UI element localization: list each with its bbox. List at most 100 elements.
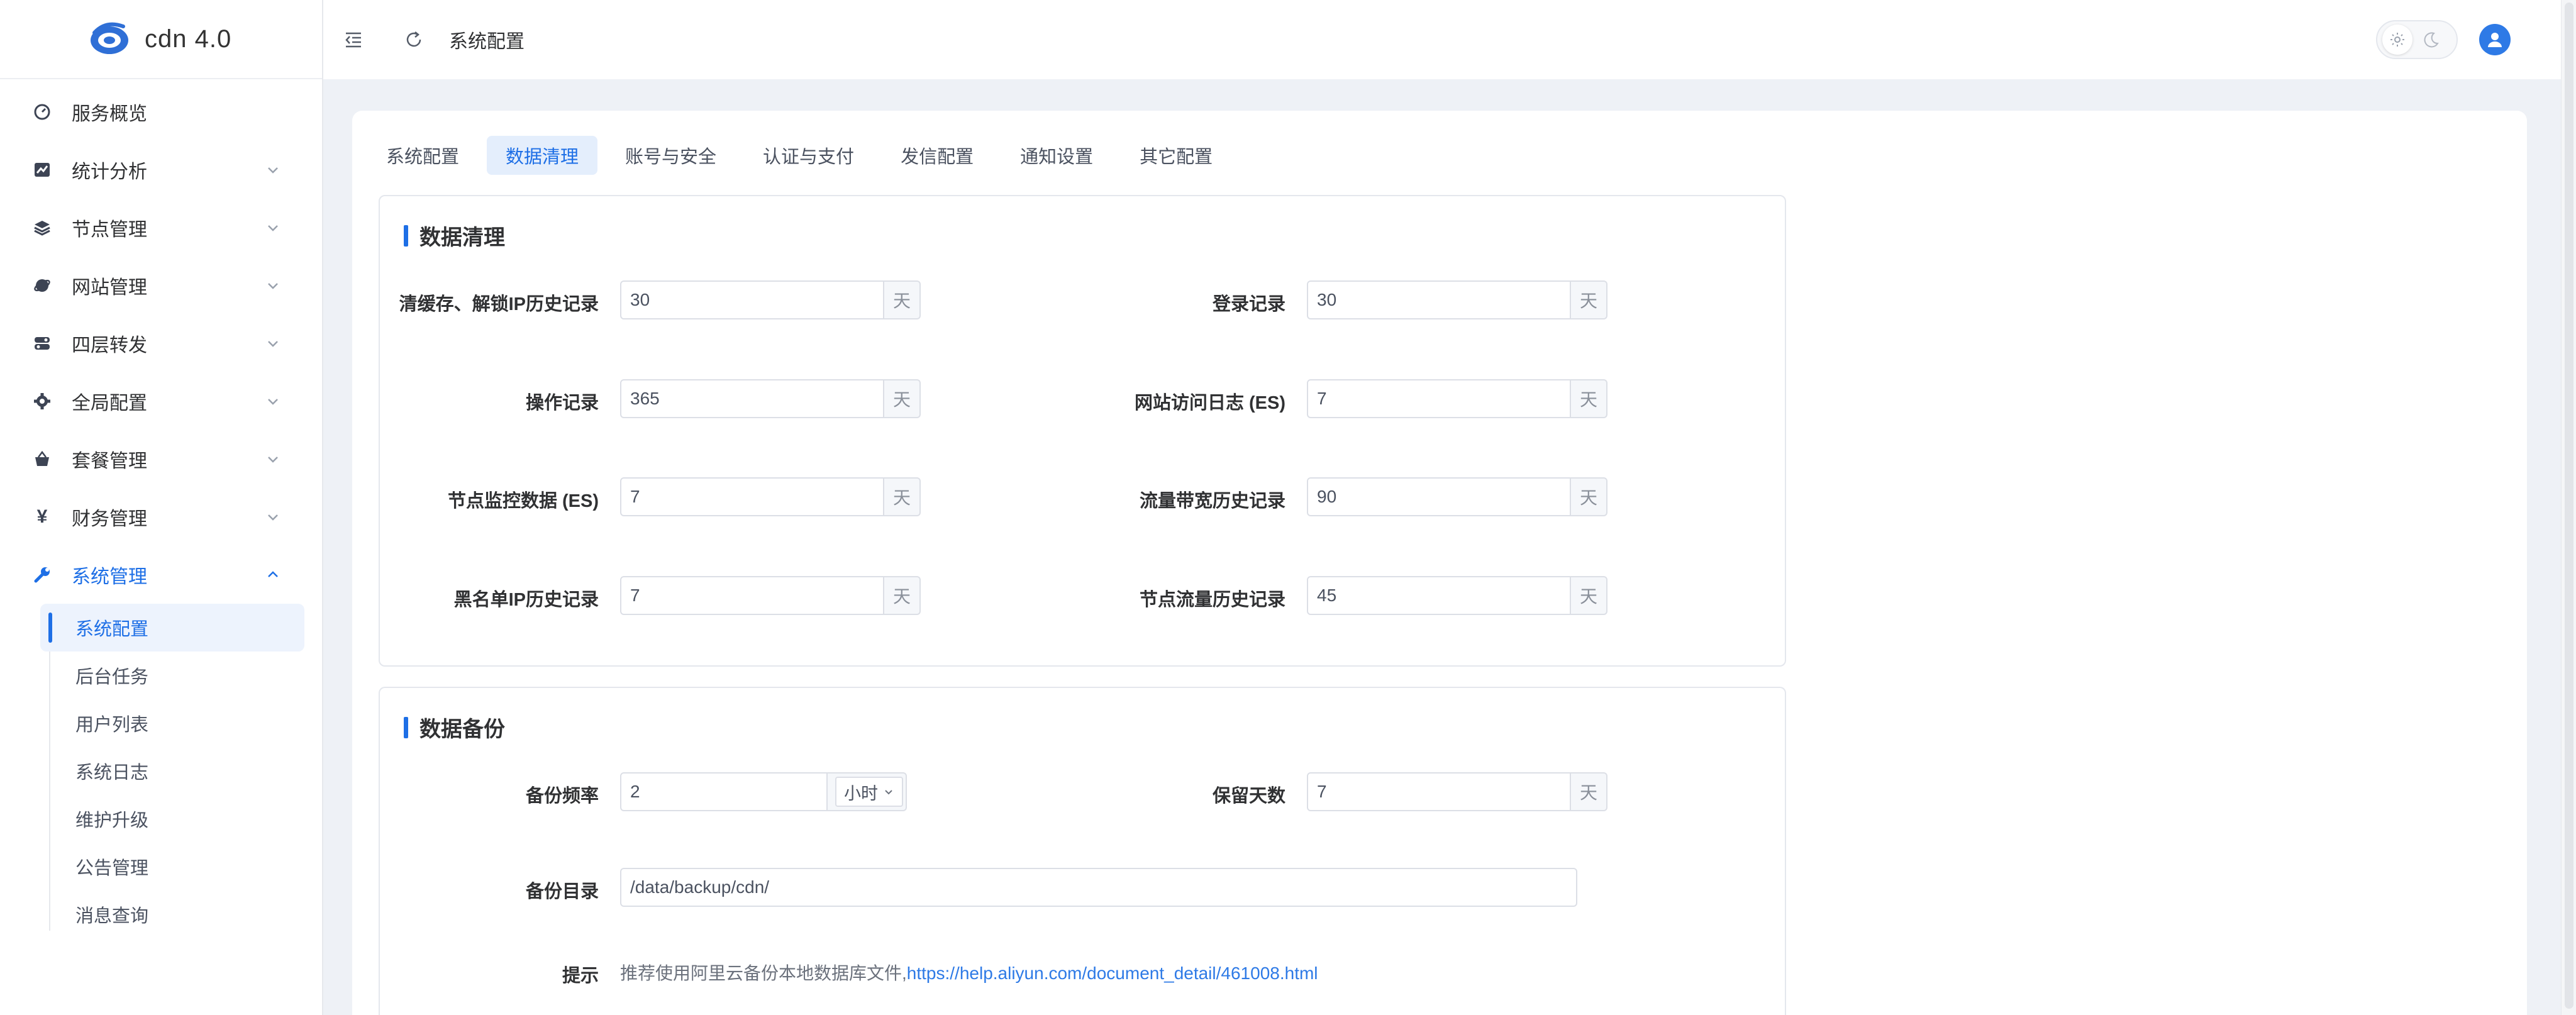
sidebar-item-l4-forward[interactable]: 四层转发 bbox=[0, 314, 322, 372]
tab-mail-config[interactable]: 发信配置 bbox=[882, 136, 992, 175]
node-monitor-input[interactable]: 7 bbox=[620, 477, 884, 516]
sidebar-item-label: 套餐管理 bbox=[72, 451, 147, 472]
tab-auth-payment[interactable]: 认证与支付 bbox=[744, 136, 873, 175]
backup-frequency-field: 备份频率 2 小时 bbox=[526, 772, 907, 811]
login-records-input[interactable]: 30 bbox=[1307, 280, 1571, 319]
wrench-icon bbox=[33, 565, 52, 584]
cache-ip-history-field: 清缓存、解锁IP历史记录 30 天 bbox=[399, 280, 921, 319]
chevron-up-icon bbox=[268, 571, 278, 577]
unit-suffix: 天 bbox=[1571, 379, 1607, 418]
forward-icon bbox=[33, 334, 52, 353]
sidebar-item-label: 节点管理 bbox=[72, 219, 147, 240]
retention-days-input[interactable]: 7 bbox=[1307, 772, 1571, 811]
field-label: 黑名单IP历史记录 bbox=[453, 590, 599, 610]
site-access-log-input[interactable]: 7 bbox=[1307, 379, 1571, 418]
tab-account-security[interactable]: 账号与安全 bbox=[606, 136, 735, 175]
data-backup-panel: 数据备份 备份频率 2 小时 保留天数 7 天 备份目录 /data/backu… bbox=[379, 687, 1786, 1015]
frequency-unit-select[interactable]: 小时 bbox=[828, 772, 907, 811]
sidebar-item-global-config[interactable]: 全局配置 bbox=[0, 372, 322, 430]
field-label: 节点流量历史记录 bbox=[1139, 590, 1285, 610]
sidebar-item-label: 系统管理 bbox=[72, 567, 147, 587]
unit-suffix: 天 bbox=[1571, 772, 1607, 811]
breadcrumb: 系统配置 bbox=[449, 31, 525, 52]
chevron-down-icon bbox=[268, 225, 278, 231]
node-traffic-history-field: 节点流量历史记录 45 天 bbox=[1140, 576, 1607, 615]
sidebar-item-statistics[interactable]: 统计分析 bbox=[0, 141, 322, 199]
blacklist-history-input[interactable]: 7 bbox=[620, 576, 884, 615]
submenu-item-system-config[interactable]: 系统配置 bbox=[40, 604, 304, 652]
submenu-item-background-tasks[interactable]: 后台任务 bbox=[40, 652, 304, 699]
tab-system-config[interactable]: 系统配置 bbox=[376, 136, 478, 175]
sidebar-item-label: 全局配置 bbox=[72, 393, 147, 414]
submenu-item-system-logs[interactable]: 系统日志 bbox=[40, 747, 304, 795]
panel-title: 数据清理 bbox=[404, 220, 505, 251]
chevron-down-icon bbox=[268, 457, 278, 463]
selected-unit: 小时 bbox=[844, 784, 878, 803]
backup-frequency-input[interactable]: 2 bbox=[620, 772, 828, 811]
unit-suffix: 天 bbox=[1571, 477, 1607, 516]
aliyun-help-link[interactable]: https://help.aliyun.com/document_detail/… bbox=[907, 963, 1318, 983]
node-monitor-field: 节点监控数据 (ES) 7 天 bbox=[448, 477, 921, 516]
chevron-down-icon bbox=[885, 790, 892, 795]
bandwidth-history-input[interactable]: 90 bbox=[1307, 477, 1571, 516]
refresh-icon[interactable] bbox=[401, 27, 426, 52]
submenu-item-message-query[interactable]: 消息查询 bbox=[40, 890, 304, 938]
field-label: 登录记录 bbox=[1212, 294, 1285, 314]
backup-directory-input[interactable]: /data/backup/cdn/ bbox=[620, 868, 1577, 907]
unit-suffix: 天 bbox=[1571, 280, 1607, 319]
field-label: 备份目录 bbox=[525, 882, 599, 902]
collapse-menu-icon[interactable] bbox=[341, 27, 366, 52]
submenu-item-user-list[interactable]: 用户列表 bbox=[40, 699, 304, 747]
field-label: 操作记录 bbox=[525, 393, 599, 413]
tip-text: 推荐使用阿里云备份本地数据库文件, bbox=[620, 963, 907, 983]
sidebar-item-packages[interactable]: 套餐管理 bbox=[0, 430, 322, 488]
field-label: 流量带宽历史记录 bbox=[1139, 491, 1285, 511]
sun-icon bbox=[2382, 25, 2412, 55]
operation-records-field: 操作记录 365 天 bbox=[526, 379, 921, 418]
sidebar-item-label: 财务管理 bbox=[72, 509, 147, 530]
basket-icon bbox=[33, 450, 52, 469]
settings-tabs: 系统配置 数据清理 账号与安全 认证与支付 发信配置 通知设置 其它配置 bbox=[376, 136, 1240, 175]
dashboard-icon bbox=[33, 103, 52, 121]
node-traffic-history-input[interactable]: 45 bbox=[1307, 576, 1571, 615]
chevron-down-icon bbox=[268, 399, 278, 405]
sidebar-menu: 服务概览 统计分析 节点管理 网站管理 四层转发 全局配置 套餐管理 ¥ 财务管… bbox=[0, 79, 322, 938]
sidebar-item-nodes[interactable]: 节点管理 bbox=[0, 199, 322, 257]
login-records-field: 登录记录 30 天 bbox=[1213, 280, 1607, 319]
tab-notification-settings[interactable]: 通知设置 bbox=[1001, 136, 1112, 175]
sidebar-item-websites[interactable]: 网站管理 bbox=[0, 257, 322, 314]
sidebar-item-label: 服务概览 bbox=[72, 104, 147, 125]
layers-icon bbox=[33, 218, 52, 237]
chevron-down-icon bbox=[268, 514, 278, 521]
frequency-unit-value: 小时 bbox=[835, 777, 903, 807]
chart-icon bbox=[33, 160, 52, 179]
sidebar-item-label: 统计分析 bbox=[72, 162, 147, 182]
field-label: 提示 bbox=[562, 966, 599, 986]
field-label: 清缓存、解锁IP历史记录 bbox=[399, 294, 599, 314]
page-scrollbar[interactable] bbox=[2561, 0, 2576, 1015]
sidebar-item-system[interactable]: 系统管理 bbox=[0, 546, 322, 604]
sidebar-item-finance[interactable]: ¥ 财务管理 bbox=[0, 488, 322, 546]
operation-records-input[interactable]: 365 bbox=[620, 379, 884, 418]
site-access-log-field: 网站访问日志 (ES) 7 天 bbox=[1135, 379, 1607, 418]
cache-ip-history-input[interactable]: 30 bbox=[620, 280, 884, 319]
retention-days-field: 保留天数 7 天 bbox=[1213, 772, 1607, 811]
tab-other-config[interactable]: 其它配置 bbox=[1121, 136, 1231, 175]
submenu-item-maintenance-upgrade[interactable]: 维护升级 bbox=[40, 795, 304, 843]
content-card: 系统配置 数据清理 账号与安全 认证与支付 发信配置 通知设置 其它配置 数据清… bbox=[352, 111, 2527, 1015]
backup-directory-field: 备份目录 /data/backup/cdn/ bbox=[526, 868, 1577, 907]
sidebar-item-overview[interactable]: 服务概览 bbox=[0, 83, 322, 141]
tab-data-cleanup[interactable]: 数据清理 bbox=[487, 136, 598, 175]
cdn-logo-icon bbox=[91, 22, 128, 54]
blacklist-history-field: 黑名单IP历史记录 7 天 bbox=[454, 576, 921, 615]
submenu-item-announcements[interactable]: 公告管理 bbox=[40, 843, 304, 890]
sidebar-item-label: 网站管理 bbox=[72, 277, 147, 298]
unit-suffix: 天 bbox=[884, 477, 921, 516]
logo-area[interactable]: cdn 4.0 bbox=[0, 0, 322, 79]
chevron-down-icon bbox=[268, 341, 278, 347]
backup-tip: 推荐使用阿里云备份本地数据库文件,https://help.aliyun.com… bbox=[620, 960, 1318, 985]
avatar[interactable] bbox=[2479, 24, 2511, 55]
scrollbar-thumb[interactable] bbox=[2565, 3, 2573, 1009]
moon-icon bbox=[2423, 31, 2440, 48]
theme-toggle[interactable] bbox=[2376, 20, 2458, 59]
